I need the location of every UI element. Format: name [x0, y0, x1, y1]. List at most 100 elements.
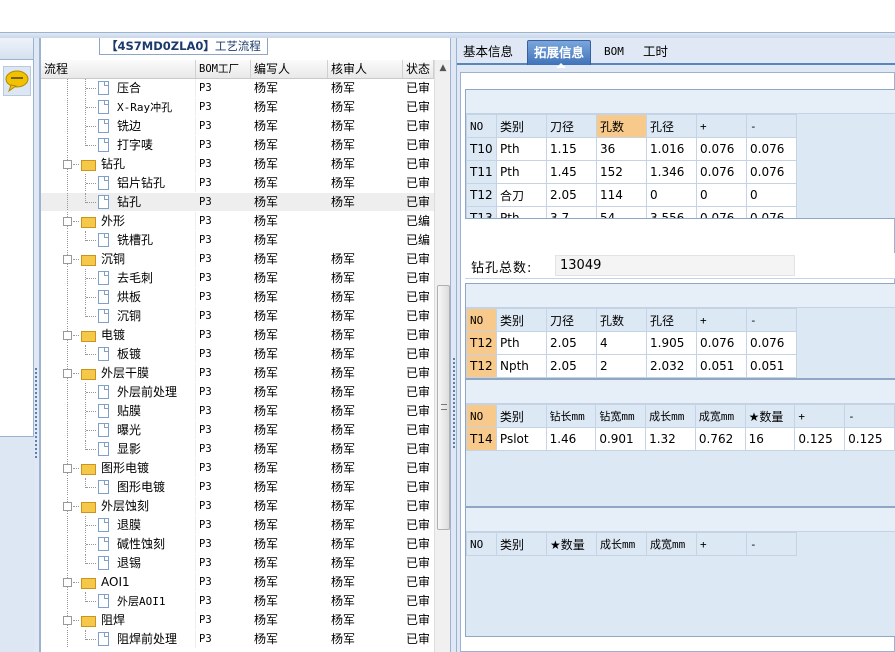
column-header[interactable]: + — [696, 308, 747, 332]
tree-row[interactable]: 退锡 P3 杨军 杨军 已审 — [41, 554, 434, 573]
column-header[interactable]: + — [696, 532, 747, 556]
column-header[interactable]: 成长mm — [596, 532, 647, 556]
column-header[interactable]: 钻长mm — [545, 404, 597, 428]
tree-row[interactable]: − 图形电镀 P3 杨军 杨军 已审 — [41, 459, 434, 478]
tree-row[interactable]: 显影 P3 杨军 杨军 已审 — [41, 440, 434, 459]
table-row[interactable]: T12 合刀 2.05 114 0 0 0 — [466, 183, 797, 207]
grid-vertical-scrollbar[interactable]: ▲ — [434, 60, 451, 652]
column-header[interactable]: 成长mm — [645, 404, 696, 428]
column-header[interactable]: 类别 — [496, 114, 547, 138]
col-header-writer[interactable]: 编写人 — [251, 60, 328, 78]
tree-row[interactable]: 阻焊前处理 P3 杨军 杨军 已审 — [41, 630, 434, 649]
column-header[interactable]: 刀径 — [546, 308, 597, 332]
column-header[interactable]: 类别 — [495, 404, 547, 428]
tree-row[interactable]: 外层前处理 P3 杨军 杨军 已审 — [41, 383, 434, 402]
collapse-toggle-icon[interactable]: − — [63, 217, 72, 226]
column-header[interactable]: 孔径 — [646, 308, 697, 332]
collapse-toggle-icon[interactable]: − — [63, 464, 72, 473]
table-cell: T14 — [466, 427, 497, 451]
tree-row[interactable]: 外层AOI1 P3 杨军 杨军 已审 — [41, 592, 434, 611]
table-row[interactable]: T12 Npth 2.05 2 2.032 0.051 0.051 — [466, 354, 797, 378]
table-row[interactable]: T13 Pth 3.7 54 3.556 0.076 0.076 — [466, 206, 797, 218]
tree-row[interactable]: − 外层蚀刻 P3 杨军 杨军 已审 — [41, 497, 434, 516]
collapse-toggle-icon[interactable]: − — [63, 369, 72, 378]
column-header[interactable]: - — [844, 404, 895, 428]
tree-row[interactable]: − 沉铜 P3 杨军 杨军 已审 — [41, 250, 434, 269]
column-header[interactable]: ★数量 — [546, 532, 597, 556]
bom-cell: P3 — [199, 614, 212, 626]
tree-row[interactable]: − AOI1 P3 杨军 杨军 已审 — [41, 573, 434, 592]
tree-row[interactable]: 钻孔 P3 杨军 杨军 已审 — [41, 193, 434, 212]
tree-row[interactable]: − 阻焊 P3 杨军 杨军 已审 — [41, 611, 434, 630]
tab-work-hours[interactable]: 工时 — [637, 40, 674, 65]
tree-row[interactable]: 打字唛 P3 杨军 杨军 已审 — [41, 136, 434, 155]
tree-row[interactable]: 退膜 P3 杨军 杨军 已审 — [41, 516, 434, 535]
column-header[interactable]: NO — [466, 308, 497, 332]
scrollbar-thumb[interactable] — [437, 285, 450, 530]
document-icon — [98, 138, 109, 152]
collapse-toggle-icon[interactable]: − — [63, 616, 72, 625]
folder-icon — [81, 160, 96, 171]
column-header[interactable]: 孔数 — [596, 308, 647, 332]
column-header[interactable]: 成宽mm — [694, 404, 746, 428]
column-header[interactable]: NO — [466, 114, 497, 138]
tab-bom[interactable]: BOM — [598, 40, 630, 65]
tree-row[interactable]: 曝光 P3 杨军 杨军 已审 — [41, 421, 434, 440]
process-flow-title[interactable]: 【4S7MD0ZLA0】工艺流程 — [99, 38, 268, 55]
scroll-up-arrow-icon[interactable]: ▲ — [435, 60, 451, 77]
tree-row[interactable]: 去毛刺 P3 杨军 杨军 已审 — [41, 269, 434, 288]
tree-row[interactable]: 铣边 P3 杨军 杨军 已审 — [41, 117, 434, 136]
column-header[interactable]: + — [794, 404, 846, 428]
col-header-reviewer[interactable]: 核审人 — [328, 60, 403, 78]
column-header[interactable]: - — [746, 114, 797, 138]
tab-basic-info[interactable]: 基本信息 — [457, 40, 519, 65]
table-row[interactable]: T10 Pth 1.15 36 1.016 0.076 0.076 — [466, 137, 797, 161]
splitter-grip[interactable] — [453, 358, 456, 448]
table-row[interactable]: T14 Pslot 1.46 0.901 1.32 0.762 16 0.125 0.125 — [466, 427, 895, 451]
column-header[interactable]: ★数量 — [744, 404, 796, 428]
collapse-toggle-icon[interactable]: − — [63, 160, 72, 169]
column-header[interactable]: NO — [466, 404, 497, 428]
tree-row[interactable]: 烘板 P3 杨军 杨军 已审 — [41, 288, 434, 307]
tree-row[interactable]: − 外形 P3 杨军 已编 — [41, 212, 434, 231]
column-header[interactable]: 成宽mm — [646, 532, 697, 556]
table-row[interactable]: T11 Pth 1.45 152 1.346 0.076 0.076 — [466, 160, 797, 184]
column-header[interactable]: - — [746, 308, 797, 332]
tree-row[interactable]: 板镀 P3 杨军 杨军 已审 — [41, 345, 434, 364]
tree-row[interactable]: 图形电镀 P3 杨军 杨军 已审 — [41, 478, 434, 497]
splitter-grip[interactable] — [35, 368, 38, 458]
message-button[interactable] — [3, 66, 31, 96]
column-header[interactable]: NO — [466, 532, 497, 556]
tab-extended-info[interactable]: 拓展信息 — [527, 40, 592, 68]
total-holes-value[interactable]: 13049 — [555, 255, 795, 276]
collapse-toggle-icon[interactable]: − — [63, 331, 72, 340]
tree-row[interactable]: − 电镀 P3 杨军 杨军 已审 — [41, 326, 434, 345]
col-header-bom[interactable]: BOM工厂 — [196, 60, 251, 78]
column-header[interactable]: 刀径 — [546, 114, 597, 138]
tree-row[interactable]: 沉铜 P3 杨军 杨军 已审 — [41, 307, 434, 326]
tree-row[interactable]: 铝片钻孔 P3 杨军 杨军 已审 — [41, 174, 434, 193]
table-cell: 54 — [596, 206, 647, 218]
tree-row[interactable]: − 外层干膜 P3 杨军 杨军 已审 — [41, 364, 434, 383]
document-icon — [98, 119, 109, 133]
col-header-status[interactable]: 状态 — [403, 60, 434, 78]
collapse-toggle-icon[interactable]: − — [63, 255, 72, 264]
tree-row[interactable]: 压合 P3 杨军 杨军 已审 — [41, 79, 434, 98]
column-header[interactable]: 孔径 — [646, 114, 697, 138]
collapse-toggle-icon[interactable]: − — [63, 578, 72, 587]
tree-row[interactable]: − 钻孔 P3 杨军 杨军 已审 — [41, 155, 434, 174]
collapse-toggle-icon[interactable]: − — [63, 502, 72, 511]
column-header[interactable]: - — [746, 532, 797, 556]
column-header[interactable]: 类别 — [496, 308, 547, 332]
tree-row[interactable]: 贴膜 P3 杨军 杨军 已审 — [41, 402, 434, 421]
tree-row[interactable]: 铣槽孔 P3 杨军 已编 — [41, 231, 434, 250]
column-header[interactable]: 类别 — [496, 532, 547, 556]
column-header[interactable]: 钻宽mm — [595, 404, 647, 428]
tree-row[interactable]: X-Ray冲孔 P3 杨军 杨军 已审 — [41, 98, 434, 117]
col-header-flow[interactable]: 流程 — [41, 60, 196, 78]
column-header[interactable]: 孔数 — [596, 114, 647, 138]
column-header[interactable]: + — [696, 114, 747, 138]
table-row[interactable]: T12 Pth 2.05 4 1.905 0.076 0.076 — [466, 331, 797, 355]
center-splitter[interactable] — [450, 38, 457, 652]
tree-row[interactable]: 碱性蚀刻 P3 杨军 杨军 已审 — [41, 535, 434, 554]
